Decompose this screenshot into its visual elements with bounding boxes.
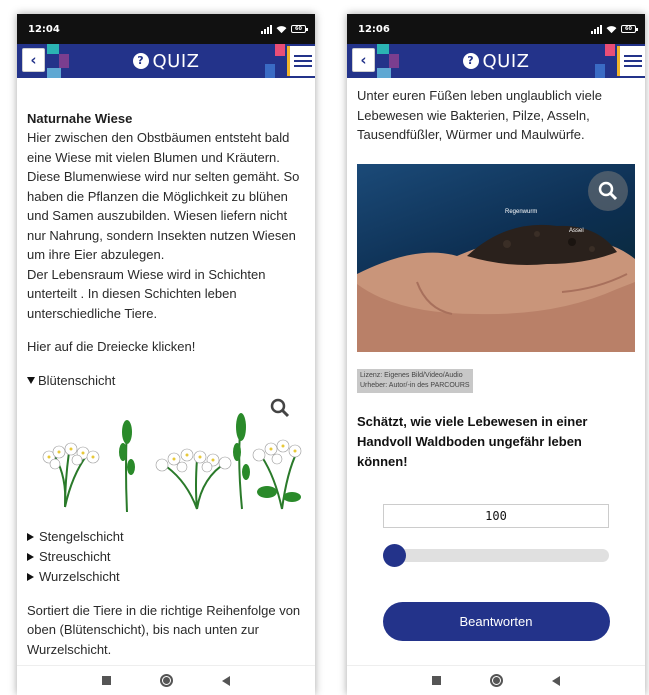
- decor-shape: [265, 64, 275, 78]
- hamburger-menu-icon: [623, 55, 642, 57]
- answer-value-field[interactable]: 100: [383, 503, 609, 528]
- layer-toggle-wurzelschicht[interactable]: Wurzelschicht: [27, 567, 305, 587]
- layer-label: Wurzelschicht: [39, 568, 120, 584]
- layer-toggle-streuschicht[interactable]: Streuschicht: [27, 547, 305, 567]
- chevron-left-icon: ‹: [360, 51, 367, 69]
- menu-button[interactable]: [287, 46, 315, 76]
- app-title: ? QUIZ: [132, 50, 200, 72]
- android-nav-bar: [347, 665, 645, 695]
- question-circle-icon: ?: [462, 53, 479, 69]
- battery-icon: 60: [621, 25, 638, 33]
- decor-shape: [47, 68, 61, 78]
- triangle-right-icon: [27, 532, 34, 541]
- question-circle-icon: ?: [132, 53, 149, 69]
- home-icon[interactable]: [159, 674, 173, 687]
- triangle-right-icon: [27, 572, 34, 581]
- signal-icon: [591, 24, 602, 34]
- submit-answer-button[interactable]: Beantworten: [382, 601, 610, 641]
- hamburger-line: [293, 65, 312, 67]
- battery-icon: 60: [291, 25, 308, 33]
- app-bar: ‹ ? QUIZ: [17, 44, 315, 78]
- decor-shape: [605, 44, 615, 56]
- answer-slider[interactable]: [383, 543, 609, 567]
- decor-shape: [59, 54, 69, 68]
- soil-hand-photo: Regenwurm Assel: [357, 163, 635, 352]
- quiz-question: Schätzt, wie viele Lebewesen in einer Ha…: [357, 413, 588, 469]
- layer-toggle-stengelschicht[interactable]: Stengelschicht: [27, 527, 305, 547]
- status-icons: 60: [591, 24, 638, 34]
- back-button[interactable]: ‹: [352, 48, 375, 72]
- nav-back-icon[interactable]: [222, 675, 231, 686]
- intro-paragraph: Hier zwischen den Obstbäumen entsteht ba…: [27, 130, 300, 262]
- layer-label: Blütenschicht: [38, 372, 116, 388]
- app-title: ? QUIZ: [462, 50, 530, 72]
- status-bar: 12:04 60: [17, 14, 315, 44]
- author-line: Urheber: Autor/-in des PARCOURS: [360, 381, 470, 389]
- nav-back-icon[interactable]: [552, 675, 561, 686]
- page-title: QUIZ: [482, 50, 530, 72]
- chevron-left-icon: ‹: [30, 51, 37, 69]
- zoom-button[interactable]: [588, 170, 628, 211]
- decor-shape: [595, 64, 605, 78]
- slider-thumb[interactable]: [383, 543, 406, 567]
- menu-button[interactable]: [617, 46, 645, 76]
- layer-toggle-bluetenschicht[interactable]: Blütenschicht: [27, 371, 305, 391]
- app-bar: ‹ ? QUIZ: [347, 44, 645, 78]
- photo-label-assel: Assel: [569, 227, 584, 234]
- sort-instruction: Sortiert die Tiere in die richtige Reihe…: [27, 602, 301, 657]
- hamburger-line: [293, 60, 312, 62]
- magnifier-icon[interactable]: [269, 397, 291, 419]
- photo-label-regenwurm: Regenwurm: [505, 208, 538, 215]
- decor-shape: [275, 44, 285, 56]
- content-area: Unter euren Füßen leben unglaublich viel…: [347, 86, 645, 641]
- intro-paragraph: Unter euren Füßen leben unglaublich viel…: [357, 88, 602, 142]
- recents-icon[interactable]: [431, 676, 441, 685]
- decor-shape: [389, 54, 399, 68]
- content-area: Naturnahe Wiese Hier zwischen den Obstbä…: [17, 109, 315, 659]
- triangle-right-icon: [27, 552, 34, 561]
- triangle-down-icon: [27, 377, 35, 384]
- layer-label: Stengelschicht: [39, 528, 124, 544]
- battery-level: 60: [625, 26, 632, 32]
- phone-screen-left: 12:04 60 ‹ ? QUIZ Naturnahe Wiese Hier z…: [17, 14, 315, 695]
- decor-shape: [377, 44, 389, 54]
- magnifier-icon: [598, 181, 618, 200]
- battery-level: 60: [295, 26, 302, 32]
- decor-shape: [47, 44, 59, 54]
- page-title: QUIZ: [152, 50, 200, 72]
- instruction-text: Hier auf die Dreiecke klicken!: [27, 339, 196, 354]
- android-nav-bar: [17, 665, 315, 695]
- status-time: 12:04: [28, 23, 60, 35]
- hamburger-line: [623, 60, 642, 62]
- status-time: 12:06: [358, 23, 390, 35]
- hamburger-menu-icon: [293, 55, 312, 57]
- layer-label: Streuschicht: [39, 548, 111, 564]
- wifi-icon: [606, 25, 617, 33]
- status-icons: 60: [261, 24, 308, 34]
- slider-track[interactable]: [383, 548, 609, 562]
- license-line: Lizenz: Eigenes Bild/Video/Audio: [360, 371, 463, 379]
- recents-icon[interactable]: [101, 676, 111, 685]
- signal-icon: [261, 24, 272, 34]
- section-heading: Naturnahe Wiese: [27, 111, 133, 126]
- license-badge: Lizenz: Eigenes Bild/Video/Audio Urheber…: [357, 368, 473, 393]
- layers-paragraph: Der Lebensraum Wiese wird in Schichten u…: [27, 266, 266, 321]
- wifi-icon: [276, 25, 287, 33]
- phone-screen-right: 12:06 60 ‹ ? QUIZ Unter euren Füßen lebe…: [347, 14, 645, 695]
- status-bar: 12:06 60: [347, 14, 645, 44]
- flower-layer-image: [27, 397, 305, 517]
- meadow-flowers-illustration: [42, 412, 302, 512]
- back-button[interactable]: ‹: [22, 48, 45, 72]
- home-icon[interactable]: [489, 674, 503, 687]
- decor-shape: [377, 68, 391, 78]
- hamburger-line: [623, 65, 642, 67]
